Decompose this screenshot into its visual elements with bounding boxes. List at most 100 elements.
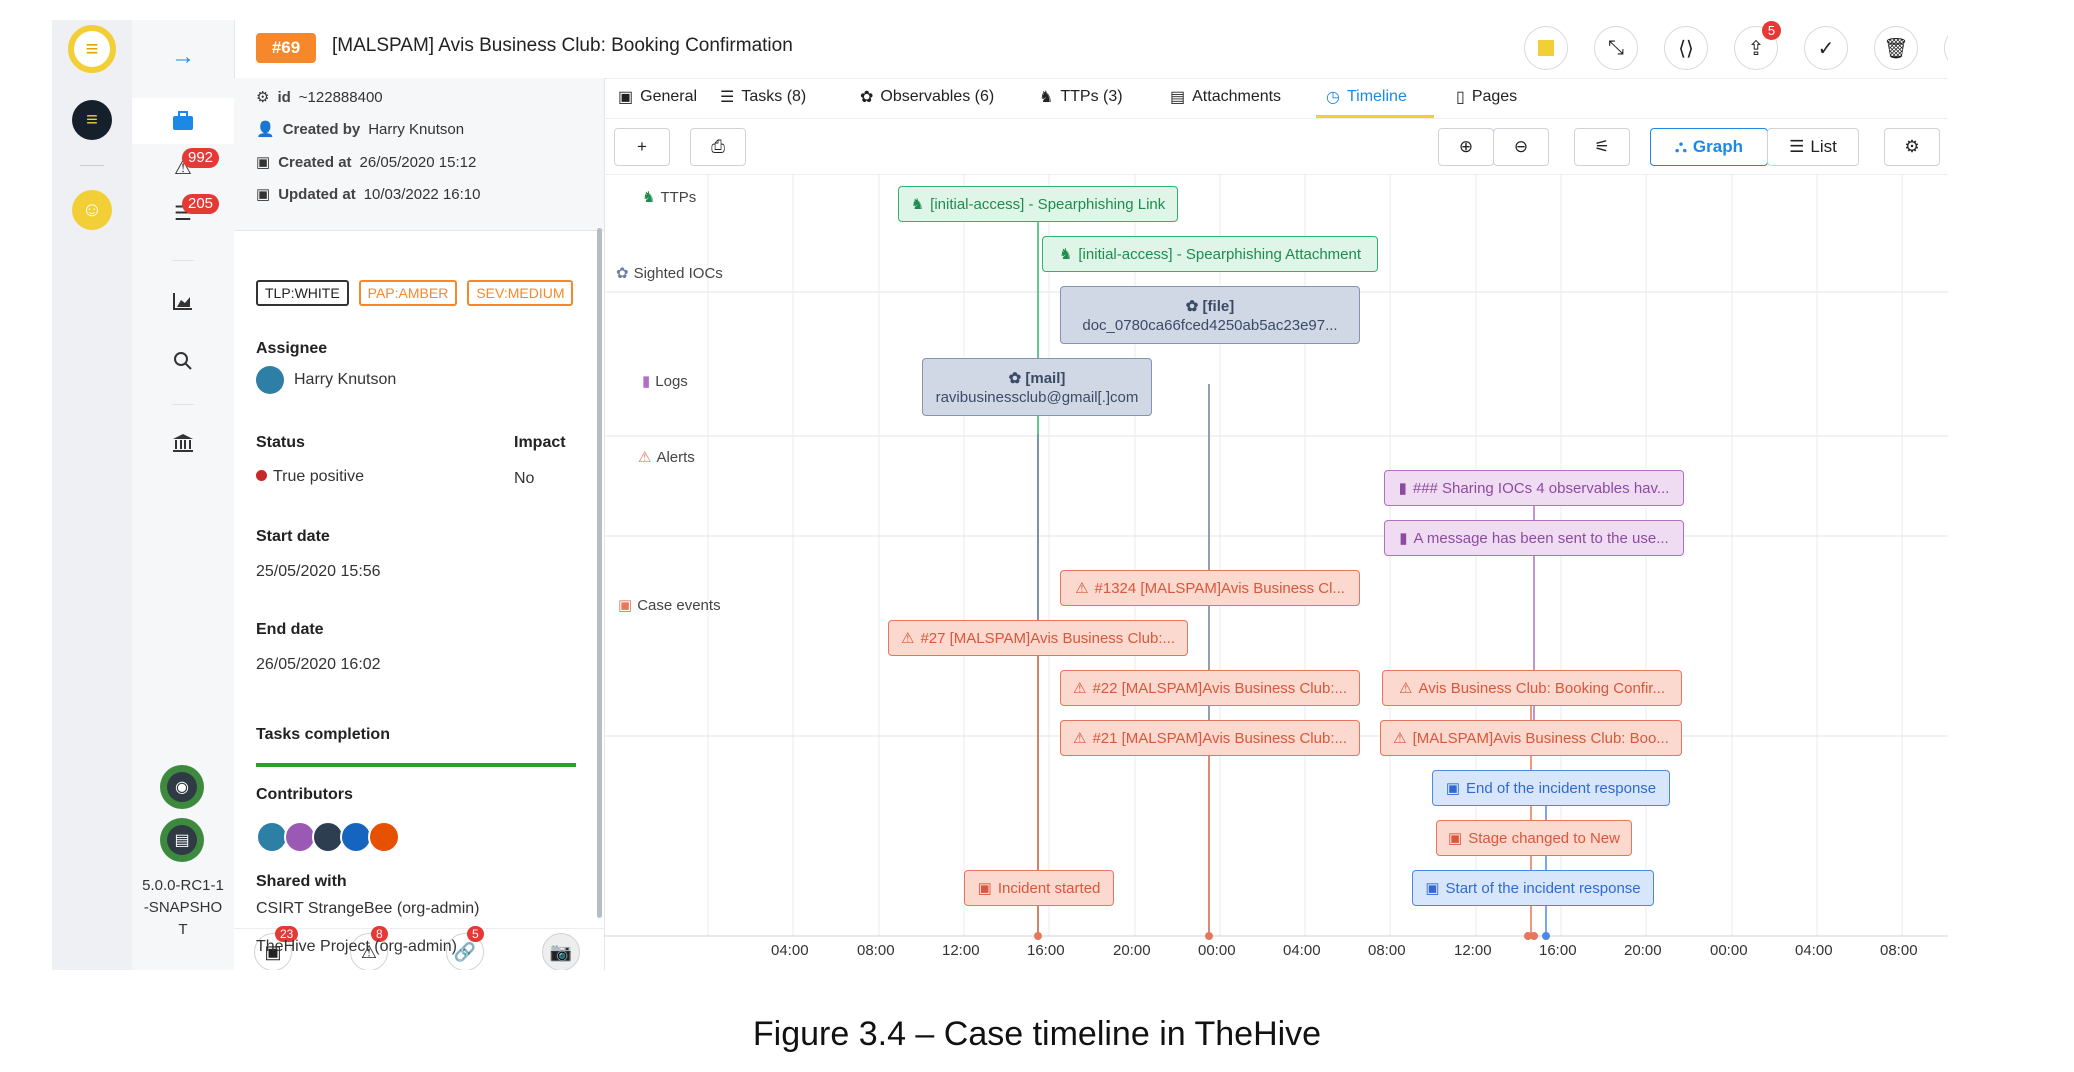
- log-event-message-sent[interactable]: ▮ A message has been sent to the use...: [1384, 520, 1684, 556]
- sidebar-item-dashboards[interactable]: [132, 278, 234, 324]
- alert-event-22[interactable]: ⚠ #22 [MALSPAM]Avis Business Club:...: [1060, 670, 1360, 706]
- tab-tasks[interactable]: ☰ Tasks (8): [720, 78, 806, 116]
- list-view-button[interactable]: ☰ List: [1767, 128, 1859, 166]
- user-avatar-icon[interactable]: ☺: [72, 190, 112, 230]
- axis-tick-label: 08:00: [1368, 942, 1406, 959]
- figure-caption: Figure 3.4 – Case timeline in TheHive: [752, 1015, 1322, 1053]
- created-at-label: Created at: [278, 153, 352, 171]
- cortex-connector-icon[interactable]: ◉: [160, 765, 204, 809]
- event-label: [initial-access] - Spearphishing Attachm…: [1078, 245, 1362, 263]
- share-button[interactable]: ⟨⟩: [1664, 26, 1708, 70]
- sidebar-item-cases[interactable]: [132, 98, 234, 144]
- ioc-event-file[interactable]: ✿ [file] doc_0780ca66fced4250ab5ac23e97..…: [1060, 286, 1360, 344]
- tab-ttps[interactable]: ♞ TTPs (3): [1039, 78, 1123, 116]
- organisation-icon[interactable]: ≡: [72, 100, 112, 140]
- severity-tag[interactable]: SEV:MEDIUM: [467, 280, 574, 306]
- tab-timeline[interactable]: ◷ Timeline: [1326, 78, 1407, 116]
- tasks-completion-label: Tasks completion: [256, 726, 390, 743]
- event-type: ✿ [file]: [1185, 297, 1235, 315]
- graph-view-button[interactable]: ⛬ Graph: [1650, 128, 1768, 166]
- avatar[interactable]: [368, 821, 400, 853]
- camera-button[interactable]: 📷: [542, 933, 580, 970]
- tab-attachments[interactable]: ▤ Attachments: [1170, 78, 1281, 116]
- merge-button[interactable]: ⤡: [1594, 26, 1638, 70]
- pap-tag[interactable]: PAP:AMBER: [358, 280, 458, 306]
- tab-observables[interactable]: ✿ Observables (6): [860, 78, 994, 116]
- version-label: 5.0.0-RC1-1-SNAPSHOT: [142, 877, 224, 938]
- gear-icon: ⚙: [256, 89, 270, 106]
- alert-event-21[interactable]: ⚠ #21 [MALSPAM]Avis Business Club:...: [1060, 720, 1360, 756]
- clipboard-icon: ▮: [1399, 530, 1408, 547]
- alert-event-1324[interactable]: ⚠ #1324 [MALSPAM]Avis Business Cl...: [1060, 570, 1360, 606]
- axis-tick-label: 12:00: [942, 942, 980, 959]
- zoom-out-button[interactable]: ⊖: [1493, 128, 1549, 166]
- nav-divider: [172, 260, 194, 261]
- ioc-event-mail[interactable]: ✿ [mail] ravibusinessclub@gmail[.]com: [922, 358, 1152, 416]
- share-icon: ⟨⟩: [1678, 37, 1694, 60]
- log-event-sharing-iocs[interactable]: ▮ ### Sharing IOCs 4 observables hav...: [1384, 470, 1684, 506]
- list-label: List: [1810, 137, 1837, 156]
- export-timeline-button[interactable]: ⎙: [690, 128, 746, 166]
- brain-icon: ✿: [860, 89, 874, 106]
- chat-connector-icon[interactable]: ▤: [160, 818, 204, 862]
- tab-label: TTPs (3): [1060, 88, 1123, 105]
- delete-button[interactable]: 🗑: [1874, 26, 1918, 70]
- thehive-logo[interactable]: ≡: [68, 25, 116, 73]
- timeline-settings-button[interactable]: ⚙: [1884, 128, 1940, 166]
- add-event-button[interactable]: +: [614, 128, 670, 166]
- alert-event-malspam-avis[interactable]: ⚠ [MALSPAM]Avis Business Club: Boo...: [1380, 720, 1682, 756]
- alert-event-27[interactable]: ⚠ #27 [MALSPAM]Avis Business Club:...: [888, 620, 1188, 656]
- created-by-value: Harry Knutson: [368, 120, 465, 138]
- chess-knight-icon: ♞: [910, 196, 925, 213]
- event-label: Incident started: [997, 879, 1101, 897]
- alert-event-avis-booking[interactable]: ⚠ Avis Business Club: Booking Confir...: [1382, 670, 1682, 706]
- axis-tick-label: 04:00: [771, 942, 809, 959]
- updated-at-value: 10/03/2022 16:10: [363, 185, 481, 203]
- alarm-icon: ⚠: [1075, 580, 1089, 597]
- alarm-icon: ⚠: [1072, 730, 1087, 747]
- flag-button[interactable]: [1524, 26, 1568, 70]
- event-label: #1324 [MALSPAM]Avis Business Cl...: [1094, 579, 1345, 597]
- area-chart-icon: [173, 293, 192, 310]
- event-label: End of the incident response: [1466, 779, 1657, 797]
- alarm-icon: ⚠: [900, 630, 915, 647]
- ttp-event-spearphishing-link[interactable]: ♞ [initial-access] - Spearphishing Link: [898, 186, 1178, 222]
- case-event-end-response[interactable]: ▣ End of the incident response: [1432, 770, 1670, 806]
- filter-button[interactable]: ⚟: [1574, 128, 1630, 166]
- tab-label: Timeline: [1346, 88, 1407, 105]
- tab-general[interactable]: ▣ General: [618, 78, 697, 116]
- case-event-start-response[interactable]: ▣ Start of the incident response: [1412, 870, 1654, 906]
- axis-tick-label: 12:00: [1454, 942, 1492, 959]
- end-date-value: 26/05/2020 16:02: [256, 656, 381, 673]
- case-event-incident-started[interactable]: ▣ Incident started: [964, 870, 1114, 906]
- export-badge: 5: [1762, 21, 1781, 40]
- briefcase-icon: ▣: [1445, 780, 1461, 797]
- close-case-button[interactable]: ✓: [1804, 26, 1848, 70]
- lane-case-events: ▣ Case events: [618, 596, 721, 615]
- event-label: Stage changed to New: [1468, 829, 1620, 847]
- case-title: [MALSPAM] Avis Business Club: Booking Co…: [332, 35, 793, 56]
- assignee[interactable]: Harry Knutson: [256, 366, 396, 394]
- info-scrollbar[interactable]: [597, 228, 602, 918]
- sidebar-item-tasks[interactable]: ☰ 205: [132, 190, 234, 236]
- alerts-badge: 992: [182, 148, 220, 168]
- status-text: True positive: [273, 468, 364, 485]
- sidebar-item-organisation[interactable]: [132, 420, 234, 466]
- collapse-arrow-icon[interactable]: →: [132, 34, 234, 80]
- case-event-stage-changed[interactable]: ▣ Stage changed to New: [1436, 820, 1632, 856]
- lane-label: Logs: [655, 372, 688, 390]
- settings-button[interactable]: ⚙: [1944, 26, 1948, 70]
- tab-pages[interactable]: ▯ Pages: [1456, 78, 1517, 116]
- sidebar-item-search[interactable]: [132, 338, 234, 384]
- ttp-event-spearphishing-attachment[interactable]: ♞ [initial-access] - Spearphishing Attach…: [1042, 236, 1378, 272]
- link-icon: 🔗: [453, 941, 477, 962]
- briefcase-icon: ▣: [1425, 880, 1440, 897]
- sidebar-item-alerts[interactable]: ⚠ 992: [132, 144, 234, 190]
- zoom-in-button[interactable]: ⊕: [1438, 128, 1494, 166]
- event-label: #22 [MALSPAM]Avis Business Club:...: [1092, 679, 1347, 697]
- tlp-tag[interactable]: TLP:WHITE: [256, 280, 349, 306]
- tasks-completion-bar: [256, 763, 576, 767]
- responders-badge: 5: [467, 926, 484, 942]
- export-button[interactable]: ⇪ 5: [1734, 21, 1781, 70]
- axis-tick-label: 00:00: [1198, 942, 1236, 959]
